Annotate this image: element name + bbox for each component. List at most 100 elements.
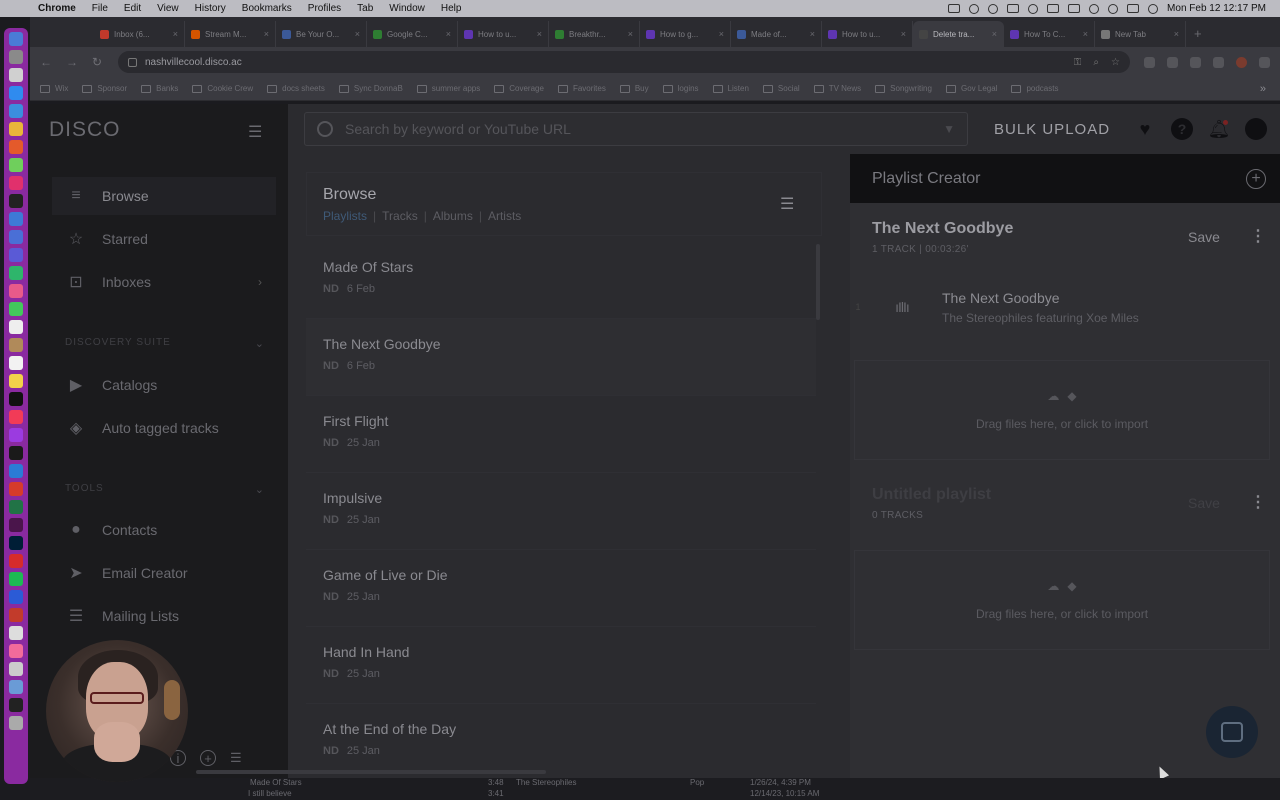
facetime-dock-icon[interactable] bbox=[9, 302, 23, 316]
spotlight-search-icon[interactable] bbox=[1108, 3, 1119, 14]
browser-tab[interactable]: Be Your O... × bbox=[276, 21, 367, 47]
photos-app-dock-icon[interactable] bbox=[9, 284, 23, 298]
filter-albums[interactable]: Albums bbox=[433, 209, 473, 223]
spotify-dock-icon[interactable] bbox=[9, 572, 23, 586]
playlist-row[interactable]: First Flight ND 25 Jan bbox=[306, 396, 816, 473]
bookmark-folder[interactable]: Favorites bbox=[557, 84, 606, 93]
tab-close-icon[interactable]: × bbox=[901, 29, 906, 39]
textedit-dock-icon[interactable] bbox=[9, 662, 23, 676]
battery-icon[interactable] bbox=[1068, 4, 1081, 13]
playlist-row[interactable]: At the End of the Day ND 25 Jan bbox=[306, 704, 816, 778]
tab-close-icon[interactable]: × bbox=[264, 29, 269, 39]
tab-close-icon[interactable]: × bbox=[628, 29, 633, 39]
drop-zone[interactable]: ☁ ◆ Drag files here, or click to import bbox=[854, 550, 1270, 650]
side-panel-icon[interactable] bbox=[1213, 56, 1224, 68]
nav-mailing-lists[interactable]: ☰ Mailing Lists bbox=[52, 597, 276, 635]
tab-close-icon[interactable]: × bbox=[446, 29, 451, 39]
app-store-dock-icon[interactable] bbox=[9, 86, 23, 100]
bookmark-folder[interactable]: Sponsor bbox=[82, 84, 127, 93]
tab-close-icon[interactable]: × bbox=[355, 29, 360, 39]
playlist-name[interactable]: Untitled playlist bbox=[872, 486, 991, 504]
zoom-icon[interactable]: ⌕ bbox=[1093, 57, 1099, 68]
excel-dock-icon[interactable] bbox=[9, 500, 23, 514]
site-info-icon[interactable] bbox=[128, 57, 137, 67]
menu-file[interactable]: File bbox=[84, 3, 116, 14]
reeder-dock-icon[interactable] bbox=[9, 248, 23, 262]
finder-dock-icon[interactable] bbox=[9, 32, 23, 46]
browser-tab[interactable]: Breakthr... × bbox=[549, 21, 640, 47]
word-dock-icon[interactable] bbox=[9, 464, 23, 478]
menu-tab[interactable]: Tab bbox=[349, 3, 381, 14]
bookmark-star-icon[interactable]: ☆ bbox=[1111, 57, 1120, 68]
browser-tab[interactable]: How to g... × bbox=[640, 21, 731, 47]
playlist-row[interactable]: Impulsive ND 25 Jan bbox=[306, 473, 816, 550]
bookmark-folder[interactable]: Wix bbox=[40, 84, 68, 93]
mail-dock-icon[interactable] bbox=[9, 212, 23, 226]
collapse-menu-icon[interactable]: ☰ bbox=[248, 122, 262, 142]
browser-tab[interactable]: Delete tra... × bbox=[913, 21, 1004, 47]
playlist-row[interactable]: Game of Live or Die ND 25 Jan bbox=[306, 550, 816, 627]
menu-help[interactable]: Help bbox=[433, 3, 470, 14]
add-icon[interactable]: + bbox=[200, 750, 216, 766]
playlist-name[interactable]: The Next Goodbye bbox=[872, 220, 1013, 238]
puzzle-extensions-icon[interactable] bbox=[1167, 56, 1178, 68]
bookmark-folder[interactable]: Sync DonnaB bbox=[338, 84, 403, 93]
browser-tab[interactable]: How to u... × bbox=[458, 21, 549, 47]
nav-starred[interactable]: ☆ Starred bbox=[52, 220, 276, 258]
search-bar[interactable]: Search by keyword or YouTube URL ▼ bbox=[304, 112, 968, 146]
powerpoint-dock-icon[interactable] bbox=[9, 482, 23, 496]
tab-close-icon[interactable]: × bbox=[1083, 29, 1088, 39]
tab-close-icon[interactable]: × bbox=[1174, 29, 1179, 39]
browser-tab[interactable]: New Tab × bbox=[1095, 21, 1186, 47]
keyboard-icon[interactable] bbox=[1047, 4, 1060, 13]
acrobat-dock-icon[interactable] bbox=[9, 554, 23, 568]
reload-icon[interactable]: ↻ bbox=[92, 55, 104, 69]
profile-avatar[interactable] bbox=[1236, 56, 1247, 68]
menu-bookmarks[interactable]: Bookmarks bbox=[234, 3, 300, 14]
photoshop-dock-icon[interactable] bbox=[9, 536, 23, 550]
nav-catalogs[interactable]: ▶ Catalogs bbox=[52, 366, 276, 404]
menu-view[interactable]: View bbox=[149, 3, 187, 14]
tab-close-icon[interactable]: × bbox=[537, 29, 542, 39]
playlist-row[interactable]: Hand In Hand ND 25 Jan bbox=[306, 627, 816, 704]
heart-icon[interactable]: ♥ bbox=[1134, 118, 1156, 140]
filter-artists[interactable]: Artists bbox=[488, 209, 521, 223]
podcasts-dock-icon[interactable] bbox=[9, 428, 23, 442]
bulk-upload-button[interactable]: BULK UPLOAD bbox=[994, 121, 1110, 138]
bookmark-folder[interactable]: docs sheets bbox=[267, 84, 325, 93]
help-icon[interactable]: ? bbox=[1171, 118, 1193, 140]
tab-close-icon[interactable]: × bbox=[719, 29, 724, 39]
playlist-row[interactable]: Made Of Stars ND 6 Feb bbox=[306, 242, 816, 319]
extension-icon[interactable] bbox=[1144, 56, 1155, 68]
nav-contacts[interactable]: ● Contacts bbox=[52, 511, 276, 549]
bell-icon[interactable]: 🔔︎ bbox=[1208, 118, 1231, 140]
back-arrow-icon[interactable]: ← bbox=[40, 55, 52, 69]
tab-close-icon[interactable]: × bbox=[992, 29, 997, 39]
chrome-menu-icon[interactable] bbox=[1259, 56, 1270, 68]
control-center-icon[interactable] bbox=[1127, 4, 1140, 13]
terminal-dock-icon[interactable] bbox=[9, 698, 23, 712]
track-row[interactable]: 1 ıIlIı The Next Goodbye The Stereophile… bbox=[850, 272, 1280, 342]
section-tools[interactable]: TOOLS ⌄ bbox=[65, 483, 265, 496]
bookmark-folder[interactable]: Listen bbox=[712, 84, 749, 93]
horizontal-scrollbar[interactable] bbox=[196, 770, 546, 774]
browser-tab[interactable]: Stream M... × bbox=[185, 21, 276, 47]
playlist-row[interactable]: The Next Goodbye ND 6 Feb bbox=[306, 319, 816, 396]
browse-scrollbar[interactable] bbox=[816, 244, 820, 320]
contacts-dock-icon[interactable] bbox=[9, 338, 23, 352]
browser-tab[interactable]: How to u... × bbox=[822, 21, 913, 47]
apps-dock-icon[interactable] bbox=[9, 68, 23, 82]
safari-dock-icon[interactable] bbox=[9, 104, 23, 118]
bookmark-folder[interactable]: TV News bbox=[813, 84, 861, 93]
trash-dock-icon[interactable] bbox=[9, 716, 23, 730]
browser-tab[interactable]: Google C... × bbox=[367, 21, 458, 47]
menu-profiles[interactable]: Profiles bbox=[300, 3, 349, 14]
screenflow-dock-icon[interactable] bbox=[9, 644, 23, 658]
maps-dock-icon[interactable] bbox=[9, 266, 23, 280]
nav-email-creator[interactable]: ➤ Email Creator bbox=[52, 554, 276, 592]
chatgpt-dock-icon[interactable] bbox=[9, 446, 23, 460]
bluetooth-icon[interactable] bbox=[1007, 4, 1020, 13]
browser-tab[interactable]: Made of... × bbox=[731, 21, 822, 47]
menu-history[interactable]: History bbox=[187, 3, 234, 14]
search-input[interactable]: Search by keyword or YouTube URL bbox=[345, 121, 931, 137]
